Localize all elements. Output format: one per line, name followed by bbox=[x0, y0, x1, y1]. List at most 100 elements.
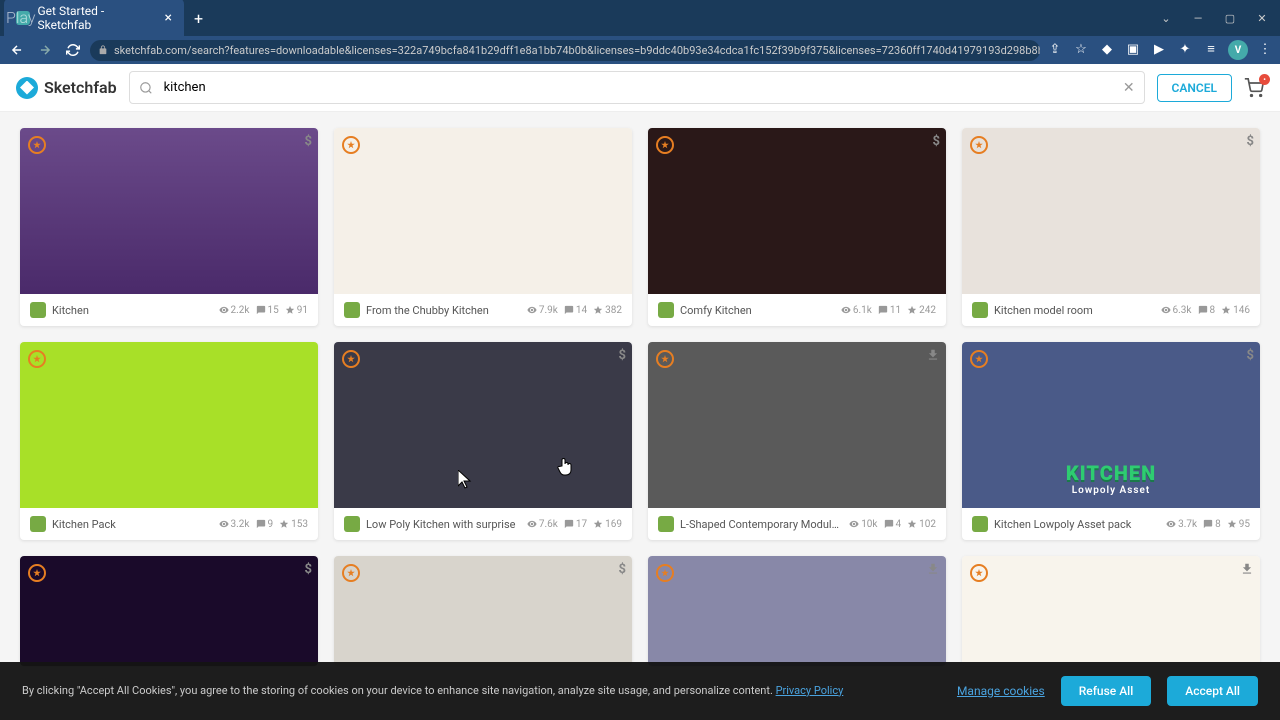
model-thumbnail[interactable]: $ bbox=[334, 556, 632, 666]
author-avatar[interactable] bbox=[344, 302, 360, 318]
model-card[interactable]: L-Shaped Contemporary Modular Kitchen 10… bbox=[648, 342, 946, 540]
search-input[interactable] bbox=[129, 71, 1145, 104]
model-card[interactable]: $ bbox=[20, 556, 318, 666]
minimize-button[interactable]: — bbox=[1184, 4, 1212, 32]
browser-tab[interactable]: Get Started - Sketchfab × bbox=[4, 0, 184, 38]
model-card[interactable]: $ bbox=[334, 556, 632, 666]
gear-icon bbox=[342, 564, 360, 582]
model-title[interactable]: Kitchen bbox=[52, 304, 213, 317]
likes-stat: 153 bbox=[279, 519, 308, 530]
likes-stat: 102 bbox=[907, 519, 936, 530]
chevron-down-icon[interactable]: ⌄ bbox=[1152, 4, 1180, 32]
puzzle-icon[interactable]: ✦ bbox=[1176, 40, 1194, 58]
clear-search-icon[interactable]: ✕ bbox=[1123, 80, 1135, 96]
model-thumbnail[interactable]: $ bbox=[20, 556, 318, 666]
browser-nav-bar: sketchfab.com/search?features=downloadab… bbox=[0, 36, 1280, 64]
url-bar[interactable]: sketchfab.com/search?features=downloadab… bbox=[90, 40, 1040, 61]
model-thumbnail[interactable] bbox=[20, 342, 318, 508]
model-thumbnail[interactable]: $ bbox=[20, 128, 318, 294]
author-avatar[interactable] bbox=[972, 516, 988, 532]
download-icon bbox=[926, 348, 940, 362]
model-thumbnail[interactable]: $ KITCHENLowpoly Asset bbox=[962, 342, 1260, 508]
price-badge: $ bbox=[305, 134, 312, 149]
refuse-all-button[interactable]: Refuse All bbox=[1061, 676, 1152, 706]
model-thumbnail[interactable] bbox=[648, 556, 946, 666]
ext2-icon[interactable]: ▣ bbox=[1124, 40, 1142, 58]
site-logo[interactable]: Sketchfab bbox=[16, 77, 117, 99]
close-window-button[interactable]: ✕ bbox=[1248, 4, 1276, 32]
menu-icon[interactable]: ⋮ bbox=[1256, 40, 1274, 58]
model-card[interactable]: $ KITCHENLowpoly Asset Kitchen Lowpoly As… bbox=[962, 342, 1260, 540]
tab-close-icon[interactable]: × bbox=[165, 10, 172, 26]
card-meta: Kitchen Pack 3.2k 9 153 bbox=[20, 508, 318, 540]
manage-cookies-link[interactable]: Manage cookies bbox=[957, 684, 1045, 698]
views-stat: 6.1k bbox=[841, 305, 872, 316]
views-stat: 6.3k bbox=[1161, 305, 1192, 316]
model-card[interactable]: $ Low Poly Kitchen with surprise 7.6k 17… bbox=[334, 342, 632, 540]
model-card[interactable]: $ Kitchen 2.2k 15 91 bbox=[20, 128, 318, 326]
model-card[interactable] bbox=[648, 556, 946, 666]
model-thumbnail[interactable] bbox=[334, 128, 632, 294]
gear-icon bbox=[970, 564, 988, 582]
cookie-banner: By clicking "Accept All Cookies", you ag… bbox=[0, 662, 1280, 720]
accept-all-button[interactable]: Accept All bbox=[1167, 676, 1258, 706]
model-thumbnail[interactable]: $ bbox=[648, 128, 946, 294]
download-icon bbox=[926, 562, 940, 576]
model-title[interactable]: Comfy Kitchen bbox=[680, 304, 835, 317]
author-avatar[interactable] bbox=[30, 302, 46, 318]
ext3-icon[interactable]: ▶ bbox=[1150, 40, 1168, 58]
results-grid: $ Kitchen 2.2k 15 91 From the Chubby Kit… bbox=[20, 128, 1260, 666]
back-button[interactable] bbox=[6, 39, 28, 61]
share-icon[interactable]: ⇪ bbox=[1046, 40, 1064, 58]
price-badge: $ bbox=[619, 348, 626, 363]
model-card[interactable]: $ Kitchen model room 6.3k 8 146 bbox=[962, 128, 1260, 326]
likes-stat: 146 bbox=[1221, 305, 1250, 316]
model-card[interactable] bbox=[962, 556, 1260, 666]
model-title[interactable]: L-Shaped Contemporary Modular Kitchen bbox=[680, 518, 843, 531]
model-card[interactable]: $ Comfy Kitchen 6.1k 11 242 bbox=[648, 128, 946, 326]
author-avatar[interactable] bbox=[658, 516, 674, 532]
model-title[interactable]: From the Chubby Kitchen bbox=[366, 304, 521, 317]
maximize-button[interactable]: ▢ bbox=[1216, 4, 1244, 32]
comments-stat: 11 bbox=[878, 305, 901, 316]
price-badge: $ bbox=[1247, 134, 1254, 149]
ext1-icon[interactable]: ◆ bbox=[1098, 40, 1116, 58]
gear-icon bbox=[656, 136, 674, 154]
model-title[interactable]: Kitchen Pack bbox=[52, 518, 213, 531]
cart-icon[interactable]: • bbox=[1244, 78, 1264, 98]
model-title[interactable]: Kitchen Lowpoly Asset pack bbox=[994, 518, 1160, 531]
profile-avatar[interactable]: V bbox=[1228, 40, 1248, 60]
comments-stat: 15 bbox=[256, 305, 279, 316]
model-thumbnail[interactable] bbox=[648, 342, 946, 508]
thumbnail-overlay-text: KITCHENLowpoly Asset bbox=[962, 461, 1260, 496]
model-stats: 6.3k 8 146 bbox=[1161, 305, 1250, 316]
comments-stat: 9 bbox=[256, 519, 274, 530]
card-meta: From the Chubby Kitchen 7.9k 14 382 bbox=[334, 294, 632, 326]
new-tab-button[interactable]: + bbox=[184, 9, 213, 28]
model-card[interactable]: From the Chubby Kitchen 7.9k 14 382 bbox=[334, 128, 632, 326]
cancel-button[interactable]: CANCEL bbox=[1157, 74, 1232, 102]
author-avatar[interactable] bbox=[658, 302, 674, 318]
model-thumbnail[interactable] bbox=[962, 556, 1260, 666]
model-card[interactable]: Kitchen Pack 3.2k 9 153 bbox=[20, 342, 318, 540]
author-avatar[interactable] bbox=[344, 516, 360, 532]
model-title[interactable]: Low Poly Kitchen with surprise bbox=[366, 518, 521, 531]
browser-tabs-bar: Get Started - Sketchfab × + ⌄ — ▢ ✕ bbox=[0, 0, 1280, 36]
extension-icons: ⇪ ☆ ◆ ▣ ▶ ✦ ≡ V ⋮ bbox=[1046, 40, 1274, 60]
model-title[interactable]: Kitchen model room bbox=[994, 304, 1155, 317]
likes-stat: 382 bbox=[593, 305, 622, 316]
author-avatar[interactable] bbox=[30, 516, 46, 532]
model-thumbnail[interactable]: $ bbox=[334, 342, 632, 508]
forward-button[interactable] bbox=[34, 39, 56, 61]
price-badge: $ bbox=[1247, 348, 1254, 363]
tab-favicon bbox=[16, 11, 30, 25]
reload-button[interactable] bbox=[62, 39, 84, 61]
star-icon[interactable]: ☆ bbox=[1072, 40, 1090, 58]
card-meta: L-Shaped Contemporary Modular Kitchen 10… bbox=[648, 508, 946, 540]
privacy-link[interactable]: Privacy Policy bbox=[776, 684, 844, 697]
gear-icon bbox=[28, 564, 46, 582]
model-thumbnail[interactable]: $ bbox=[962, 128, 1260, 294]
author-avatar[interactable] bbox=[972, 302, 988, 318]
cart-badge: • bbox=[1259, 74, 1270, 85]
list-icon[interactable]: ≡ bbox=[1202, 40, 1220, 58]
